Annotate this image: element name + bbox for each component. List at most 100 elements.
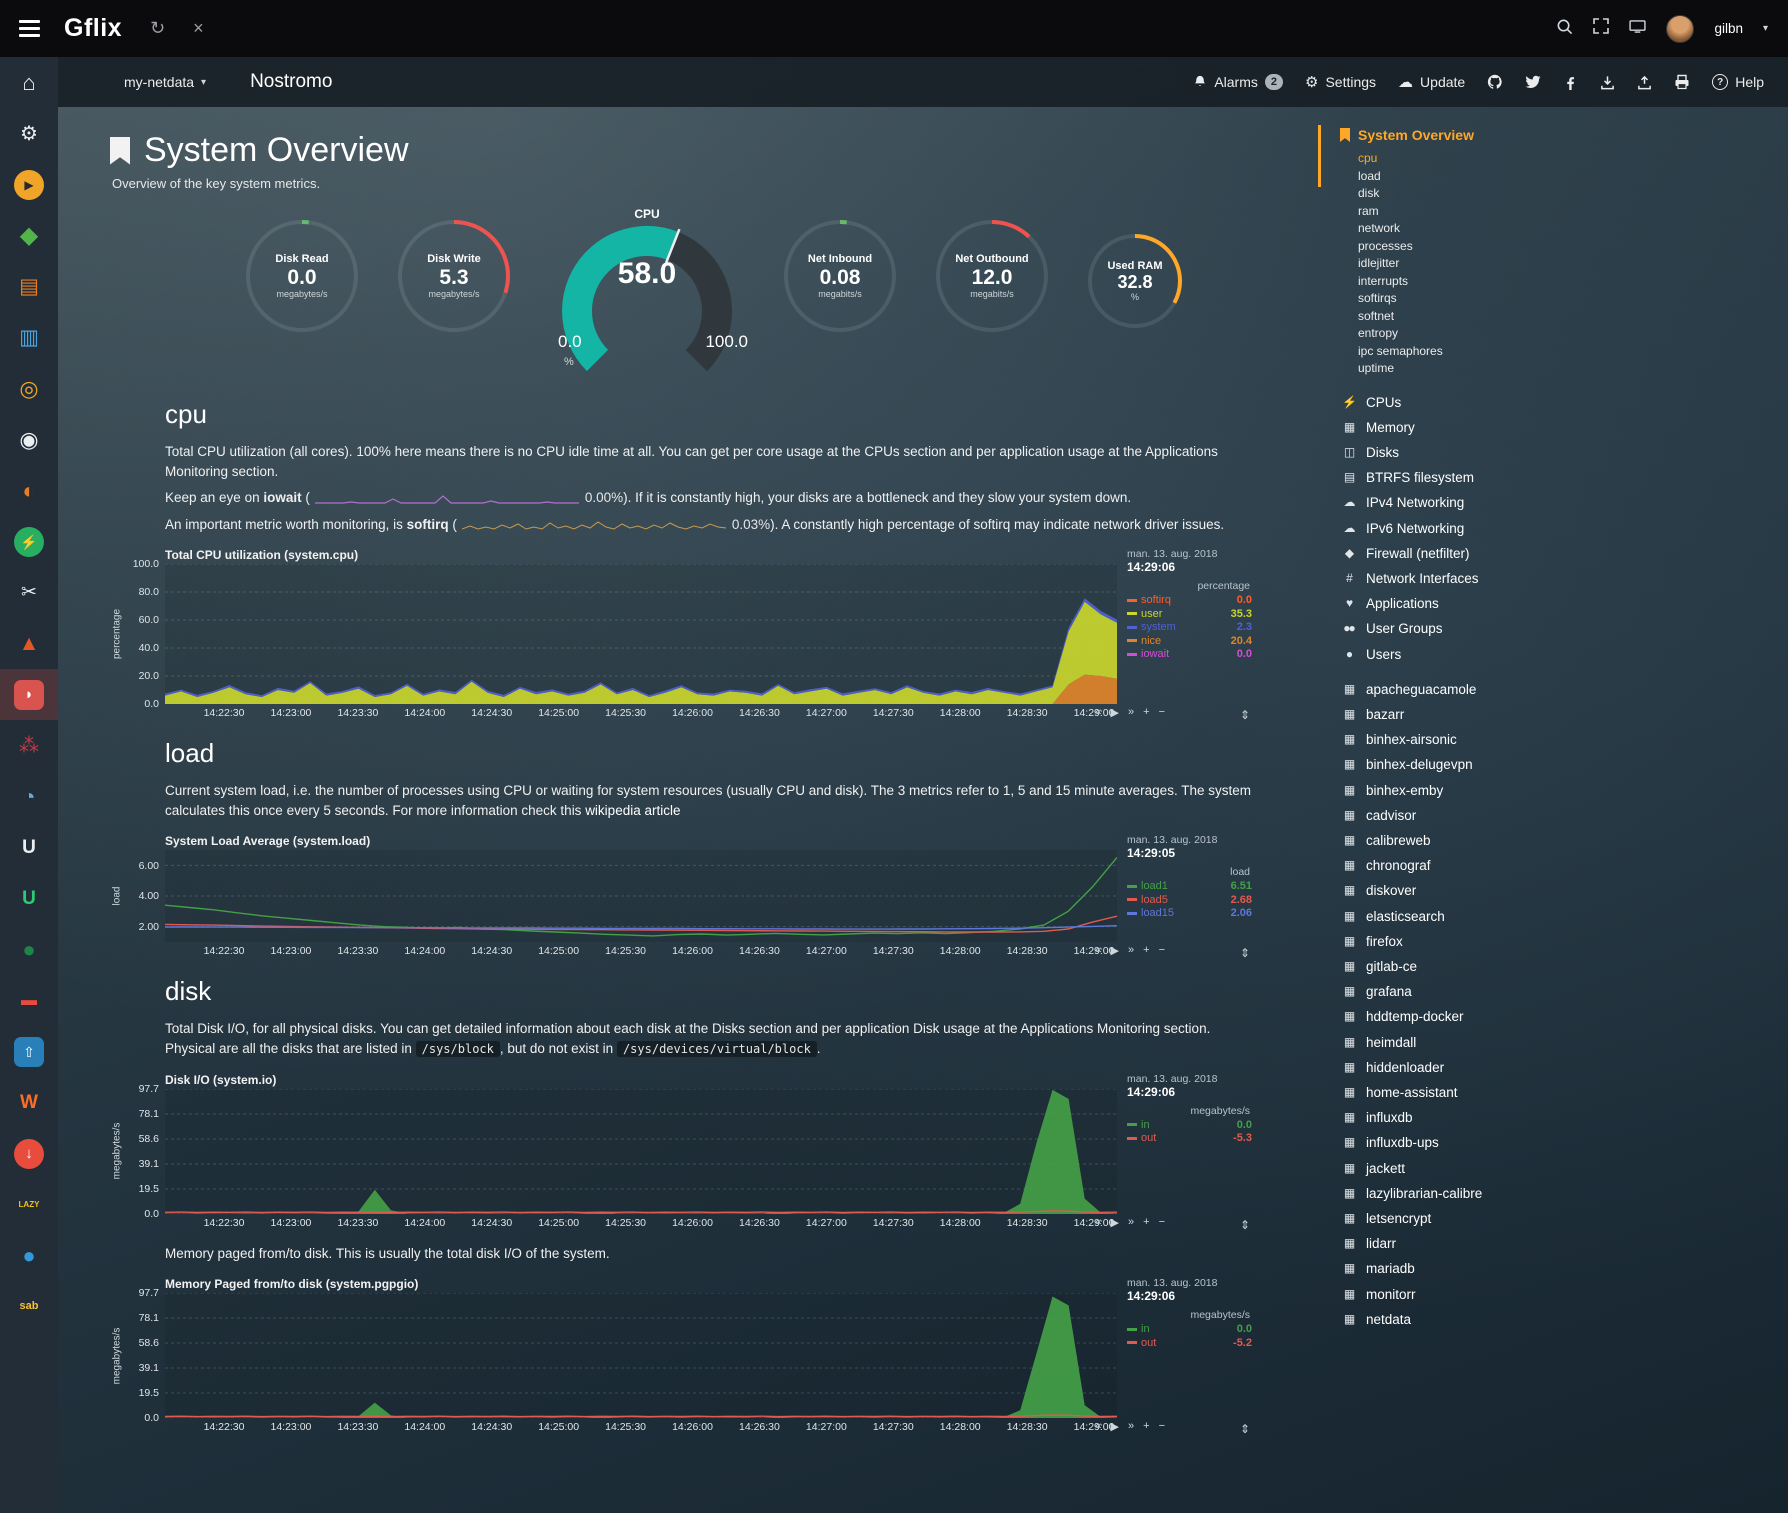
menu-app-home-assistant[interactable]: ▦home-assistant — [1332, 1080, 1788, 1105]
legend-out[interactable]: out-5.3 — [1127, 1132, 1252, 1144]
menu-app-letsencrypt[interactable]: ▦letsencrypt — [1332, 1206, 1788, 1231]
menu-section-ipv4-networking[interactable]: ☁IPv4 Networking — [1332, 490, 1788, 515]
menu-sub-idlejitter[interactable]: idlejitter — [1358, 255, 1788, 273]
menu-app-influxdb-ups[interactable]: ▦influxdb-ups — [1332, 1130, 1788, 1155]
menu-app-lazylibrarian-calibre[interactable]: ▦lazylibrarian-calibre — [1332, 1181, 1788, 1206]
legend-in[interactable]: in0.0 — [1127, 1323, 1252, 1335]
legend-out[interactable]: out-5.2 — [1127, 1337, 1252, 1349]
menu-sub-softnet[interactable]: softnet — [1358, 308, 1788, 326]
menu-sub-processes[interactable]: processes — [1358, 238, 1788, 256]
chart-plot-area[interactable] — [165, 1089, 1117, 1214]
chart-backward-button[interactable]: « — [1095, 1420, 1101, 1433]
chart-plot-area[interactable] — [165, 1293, 1117, 1418]
help-button[interactable]: ? Help — [1712, 74, 1764, 90]
flame-app-sidebar-item[interactable]: ▲ — [0, 618, 58, 669]
fullscreen-icon[interactable] — [1593, 18, 1609, 39]
scissors-app-sidebar-item[interactable]: ✂ — [0, 567, 58, 618]
half-circle-app-sidebar-item[interactable]: ◐ — [0, 465, 58, 516]
menu-sub-load[interactable]: load — [1358, 168, 1788, 186]
menu-section-cpus[interactable]: ⚡CPUs — [1332, 390, 1788, 415]
upload-app-sidebar-item[interactable]: ⇧ — [0, 1026, 58, 1077]
chart-play-button[interactable]: ▶ — [1111, 706, 1119, 719]
menu-app-netdata[interactable]: ▦netdata — [1332, 1307, 1788, 1332]
chart-forward-button[interactable]: » — [1128, 1420, 1134, 1433]
chart-plot-area[interactable] — [165, 564, 1117, 704]
menu-section-ipv6-networking[interactable]: ☁IPv6 Networking — [1332, 516, 1788, 541]
menu-sub-ipc-semaphores[interactable]: ipc semaphores — [1358, 343, 1788, 361]
menu-sub-softirqs[interactable]: softirqs — [1358, 290, 1788, 308]
chart-backward-button[interactable]: « — [1095, 706, 1101, 719]
menu-sub-cpu[interactable]: cpu — [1358, 150, 1788, 168]
legend-load1[interactable]: load16.51 — [1127, 880, 1252, 892]
username[interactable]: gilbn — [1714, 21, 1743, 36]
menu-app-calibreweb[interactable]: ▦calibreweb — [1332, 828, 1788, 853]
search-app-sidebar-item[interactable]: ◎ — [0, 363, 58, 414]
facebook-button[interactable] — [1563, 75, 1578, 90]
legend-system[interactable]: system2.3 — [1127, 621, 1252, 633]
unifi-sidebar-item[interactable]: U — [0, 822, 58, 873]
ombi-sidebar-item[interactable]: ◔ — [0, 771, 58, 822]
export-button[interactable] — [1637, 75, 1652, 90]
netdata-sidebar-item[interactable]: ◗ — [0, 669, 58, 720]
gitlab-sidebar-item[interactable]: W — [0, 1077, 58, 1128]
chart-forward-button[interactable]: » — [1128, 1216, 1134, 1229]
menu-app-diskover[interactable]: ▦diskover — [1332, 878, 1788, 903]
menu-app-bazarr[interactable]: ▦bazarr — [1332, 702, 1788, 727]
menu-app-hiddenloader[interactable]: ▦hiddenloader — [1332, 1055, 1788, 1080]
menu-app-apacheguacamole[interactable]: ▦apacheguacamole — [1332, 677, 1788, 702]
raspberry-sidebar-item[interactable]: ⁂ — [0, 720, 58, 771]
chart-play-button[interactable]: ▶ — [1111, 1420, 1119, 1433]
chart-play-button[interactable]: ▶ — [1111, 1216, 1119, 1229]
menu-app-cadvisor[interactable]: ▦cadvisor — [1332, 803, 1788, 828]
tautulli-sidebar-item[interactable]: ◉ — [0, 414, 58, 465]
plex-sidebar-item[interactable]: ▶ — [0, 159, 58, 210]
chart-zoom-out-button[interactable]: − — [1159, 1420, 1165, 1433]
menu-app-binhex-emby[interactable]: ▦binhex-emby — [1332, 778, 1788, 803]
cpu-chart[interactable]: Total CPU utilization (system.cpu)percen… — [110, 548, 1318, 722]
menu-section-applications[interactable]: ♥Applications — [1332, 591, 1788, 616]
menu-section-users[interactable]: ●Users — [1332, 642, 1788, 667]
menu-sub-ram[interactable]: ram — [1358, 203, 1788, 221]
chart-zoom-in-button[interactable]: + — [1143, 706, 1149, 719]
search-icon[interactable] — [1556, 18, 1573, 40]
menu-app-jackett[interactable]: ▦jackett — [1332, 1156, 1788, 1181]
disk-io-chart[interactable]: Disk I/O (system.io)megabytes/s97.778.15… — [110, 1073, 1318, 1232]
menu-toggle-icon[interactable] — [0, 20, 58, 37]
print-button[interactable] — [1674, 74, 1690, 90]
home-sidebar-item[interactable]: ⌂ — [0, 57, 58, 108]
dark-circle-app-sidebar-item[interactable]: ● — [0, 924, 58, 975]
monitor-icon[interactable] — [1629, 20, 1646, 38]
chart-resize-handle[interactable]: ⇕ — [1240, 1218, 1250, 1232]
chart-zoom-in-button[interactable]: + — [1143, 944, 1149, 957]
net-outbound-gauge[interactable]: Net Outbound12.0megabits/s — [928, 207, 1056, 333]
menu-sub-uptime[interactable]: uptime — [1358, 360, 1788, 378]
chart-zoom-out-button[interactable]: − — [1159, 706, 1165, 719]
chart-forward-button[interactable]: » — [1128, 944, 1134, 957]
menu-app-chronograf[interactable]: ▦chronograf — [1332, 853, 1788, 878]
wikipedia-link[interactable]: wikipedia article — [585, 803, 680, 818]
legend-load5[interactable]: load52.68 — [1127, 894, 1252, 906]
library-sidebar-item[interactable]: ▤ — [0, 261, 58, 312]
legend-iowait[interactable]: iowait0.0 — [1127, 648, 1252, 660]
menu-section-btrfs-filesystem[interactable]: ▤BTRFS filesystem — [1332, 465, 1788, 490]
menu-sub-network[interactable]: network — [1358, 220, 1788, 238]
chart-backward-button[interactable]: « — [1095, 1216, 1101, 1229]
menu-sub-interrupts[interactable]: interrupts — [1358, 273, 1788, 291]
chart-zoom-in-button[interactable]: + — [1143, 1420, 1149, 1433]
settings-button[interactable]: ⚙ Settings — [1305, 73, 1376, 91]
legend-softirq[interactable]: softirq0.0 — [1127, 594, 1252, 606]
import-button[interactable] — [1600, 75, 1615, 90]
close-icon[interactable]: × — [193, 18, 204, 39]
legend-nice[interactable]: nice20.4 — [1127, 635, 1252, 647]
download-app-sidebar-item[interactable]: ↓ — [0, 1128, 58, 1179]
menu-section-memory[interactable]: ▦Memory — [1332, 415, 1788, 440]
menu-app-binhex-delugevpn[interactable]: ▦binhex-delugevpn — [1332, 752, 1788, 777]
chart-resize-handle[interactable]: ⇕ — [1240, 1422, 1250, 1436]
disk-read-gauge[interactable]: Disk Read0.0megabytes/s — [238, 207, 366, 333]
legend-in[interactable]: in0.0 — [1127, 1119, 1252, 1131]
menu-app-heimdall[interactable]: ▦heimdall — [1332, 1030, 1788, 1055]
emby-sidebar-item[interactable]: ◆ — [0, 210, 58, 261]
legend-load15[interactable]: load152.06 — [1127, 907, 1252, 919]
gear-sidebar-item[interactable]: ⚙ — [0, 108, 58, 159]
update-button[interactable]: ☁ Update — [1398, 73, 1465, 91]
